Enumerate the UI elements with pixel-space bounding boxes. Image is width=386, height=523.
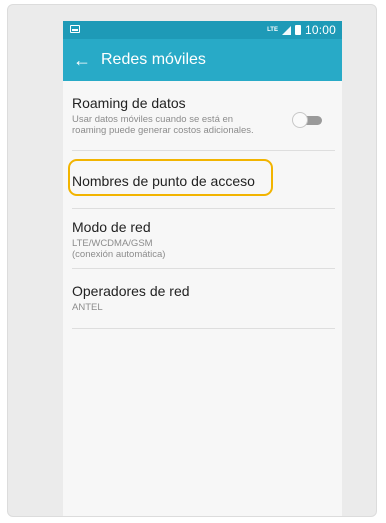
battery-icon bbox=[294, 25, 301, 35]
signal-icon bbox=[281, 25, 291, 35]
toggle-thumb bbox=[292, 112, 308, 128]
page-title: Redes móviles bbox=[101, 51, 206, 68]
setting-network-mode[interactable]: Modo de red LTE/WCDMA/GSM (conexión auto… bbox=[72, 209, 335, 269]
network-mode-title: Modo de red bbox=[72, 219, 151, 235]
status-bar: LTE 10:00 bbox=[63, 21, 342, 39]
app-bar: ← Redes móviles bbox=[63, 39, 342, 81]
network-mode-detail: (conexión automática) bbox=[72, 249, 166, 260]
operators-title: Operadores de red bbox=[72, 283, 190, 299]
network-mode-value: LTE/WCDMA/GSM bbox=[72, 238, 153, 249]
roaming-toggle[interactable] bbox=[292, 112, 324, 128]
apn-title: Nombres de punto de acceso bbox=[72, 173, 255, 189]
status-icons: LTE 10:00 bbox=[267, 23, 336, 37]
lte-indicator: LTE bbox=[267, 27, 278, 33]
gallery-icon bbox=[70, 25, 80, 33]
setting-access-point-names[interactable]: Nombres de punto de acceso bbox=[68, 151, 335, 209]
status-time: 10:00 bbox=[304, 23, 336, 37]
settings-list: Roaming de datos Usar datos móviles cuan… bbox=[63, 81, 342, 329]
phone-screen: LTE 10:00 ← Redes móviles Roaming de dat… bbox=[63, 21, 342, 516]
screenshot-frame: LTE 10:00 ← Redes móviles Roaming de dat… bbox=[7, 4, 377, 517]
setting-network-operators[interactable]: Operadores de red ANTEL bbox=[72, 269, 335, 329]
operators-value: ANTEL bbox=[72, 302, 103, 313]
setting-roaming[interactable]: Roaming de datos Usar datos móviles cuan… bbox=[72, 81, 335, 151]
arrow-left-icon[interactable]: ← bbox=[65, 50, 99, 71]
roaming-title: Roaming de datos bbox=[72, 95, 186, 111]
